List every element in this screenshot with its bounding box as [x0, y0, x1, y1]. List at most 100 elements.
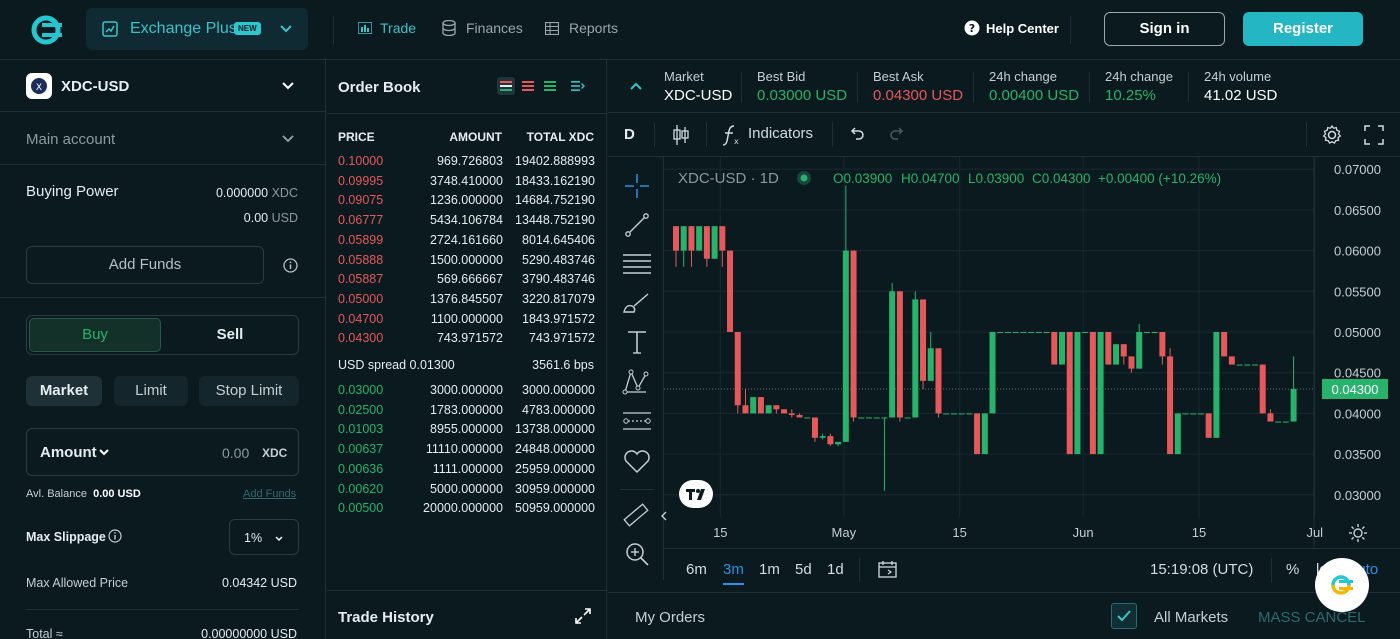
register-button[interactable]: Register [1243, 12, 1363, 46]
ask-row[interactable]: 0.06777 5434.106784 13448.752190 [327, 210, 607, 230]
chevron-down-icon [282, 82, 294, 90]
candle-body [881, 417, 888, 419]
nav-trade[interactable]: Trade [357, 20, 416, 36]
x-tick-label: 15 [952, 525, 966, 540]
ask-row[interactable]: 0.10000 969.726803 19402.888993 [327, 151, 607, 171]
ask-row[interactable]: 0.05888 1500.000000 5290.483746 [327, 250, 607, 270]
bid-row[interactable]: 0.00636 1111.000000 25959.000000 [327, 459, 607, 479]
calendar-icon[interactable] [878, 560, 898, 578]
my-orders-bar: My Orders All Markets MASS CANCEL [608, 592, 1400, 639]
utc-clock[interactable]: 15:19:08 (UTC) [1150, 561, 1253, 578]
add-funds-button[interactable]: Add Funds [26, 246, 264, 284]
candle-body [1290, 388, 1297, 422]
bid-total: 4783.000000 [522, 402, 595, 417]
bid-row[interactable]: 0.00637 11110.000000 24848.000000 [327, 439, 607, 459]
y-tick-label: 0.03500 [1334, 447, 1381, 462]
asks-only-icon[interactable] [522, 80, 534, 92]
help-center-link[interactable]: ? Help Center [964, 20, 1059, 36]
range-6m[interactable]: 6m [686, 561, 707, 578]
range-1m[interactable]: 1m [759, 561, 780, 578]
sign-in-button[interactable]: Sign in [1104, 12, 1225, 46]
max-slippage-select[interactable]: 1% [229, 519, 299, 555]
all-markets-checkbox[interactable] [1111, 603, 1137, 629]
info-icon[interactable] [108, 529, 122, 543]
my-orders-tab[interactable]: My Orders [635, 609, 705, 626]
redo-icon[interactable] [890, 127, 906, 141]
mass-cancel-button[interactable]: MASS CANCEL [1258, 609, 1366, 626]
chevron-down-icon [275, 536, 283, 542]
heart-icon[interactable] [622, 448, 652, 474]
info-icon[interactable] [283, 258, 298, 273]
nav-reports[interactable]: Reports [544, 20, 618, 36]
bid-row[interactable]: 0.00500 20000.000000 50959.000000 [327, 498, 607, 518]
chevron-up-icon[interactable] [630, 82, 642, 90]
view-both-button[interactable] [497, 77, 515, 95]
crosshair-icon[interactable] [624, 173, 650, 199]
candle-body [1128, 356, 1135, 369]
horizontal-lines-icon[interactable] [622, 251, 652, 277]
bid-row[interactable]: 0.02500 1783.000000 4783.000000 [327, 400, 607, 420]
sell-tab[interactable]: Sell [163, 318, 297, 352]
support-chat-button[interactable] [1315, 558, 1369, 612]
ask-row[interactable]: 0.05000 1376.845507 3220.817079 [327, 289, 607, 309]
order-type-limit[interactable]: Limit [114, 376, 188, 406]
candle-body [1074, 332, 1081, 455]
tradingview-logo-icon[interactable] [679, 480, 713, 508]
buy-tab[interactable]: Buy [29, 318, 161, 352]
ticker-item: Best Ask 0.04300 USD [873, 69, 963, 104]
bid-row[interactable]: 0.00620 5000.000000 30959.000000 [327, 479, 607, 499]
ask-row[interactable]: 0.04700 1100.000000 1843.971572 [327, 309, 607, 329]
buying-power-label: Buying Power [26, 183, 119, 200]
grouping-icon[interactable] [571, 80, 585, 92]
order-type-market[interactable]: Market [26, 376, 102, 406]
range-5d[interactable]: 5d [795, 561, 812, 578]
chevron-left-icon[interactable] [658, 508, 670, 524]
expand-icon[interactable] [574, 607, 592, 625]
candle-body [703, 226, 710, 259]
candle-body [1151, 332, 1158, 333]
order-type-stop-limit[interactable]: Stop Limit [199, 376, 299, 406]
candle-body [989, 332, 996, 414]
candle-body [1282, 421, 1289, 423]
chart-settings-icon[interactable] [1348, 523, 1368, 543]
bid-row[interactable]: 0.03000 3000.000000 3000.000000 [327, 380, 607, 400]
logo-icon[interactable] [28, 12, 68, 48]
ask-price: 0.05887 [338, 272, 384, 287]
nav-finances-label: Finances [466, 20, 523, 36]
text-tool-icon[interactable] [624, 329, 650, 355]
candle-body [688, 226, 695, 251]
ruler-icon[interactable] [622, 501, 650, 529]
nav-finances[interactable]: Finances [442, 19, 523, 37]
candles-icon[interactable] [672, 124, 690, 146]
forecast-icon[interactable] [622, 409, 652, 435]
bid-row[interactable]: 0.01003 8955.000000 13738.000000 [327, 419, 607, 439]
candle-body [734, 332, 741, 406]
product-selector[interactable]: Exchange Plus NEW [86, 8, 308, 50]
ask-row[interactable]: 0.09075 1236.000000 14684.752190 [327, 190, 607, 210]
zoom-in-icon[interactable] [624, 541, 650, 567]
x-tick-label: Jun [1073, 525, 1094, 540]
ask-row[interactable]: 0.04300 743.971572 743.971572 [327, 328, 607, 348]
fullscreen-icon[interactable] [1364, 125, 1384, 145]
candle-body [1190, 413, 1197, 415]
range-1d[interactable]: 1d [827, 561, 844, 578]
amount-input[interactable]: Amount 0.00 XDC [26, 428, 299, 476]
pattern-icon[interactable] [622, 368, 650, 396]
add-funds-link[interactable]: Add Funds [243, 488, 296, 500]
brush-icon[interactable] [622, 290, 652, 316]
account-selector[interactable]: Main account [0, 113, 326, 165]
buy-sell-toggle: Buy Sell [26, 315, 299, 355]
pair-selector[interactable]: X XDC-USD [0, 60, 326, 112]
ask-row[interactable]: 0.09995 3748.410000 18433.162190 [327, 171, 607, 191]
interval-button[interactable]: D [624, 126, 635, 143]
settings-gear-icon[interactable] [1321, 124, 1343, 146]
bids-only-icon[interactable] [544, 80, 556, 92]
range-3m[interactable]: 3m [723, 561, 744, 578]
ask-row[interactable]: 0.05887 569.666667 3790.483746 [327, 269, 607, 289]
candle-body [1275, 421, 1282, 423]
trend-line-icon[interactable] [624, 212, 650, 238]
percent-toggle[interactable]: % [1286, 561, 1299, 578]
price-chart[interactable]: 0.07000 0.06500 0.06000 0.05500 0.05000 0.045… [664, 157, 1400, 557]
undo-icon[interactable] [848, 127, 864, 141]
ask-row[interactable]: 0.05899 2724.161660 8014.645406 [327, 230, 607, 250]
